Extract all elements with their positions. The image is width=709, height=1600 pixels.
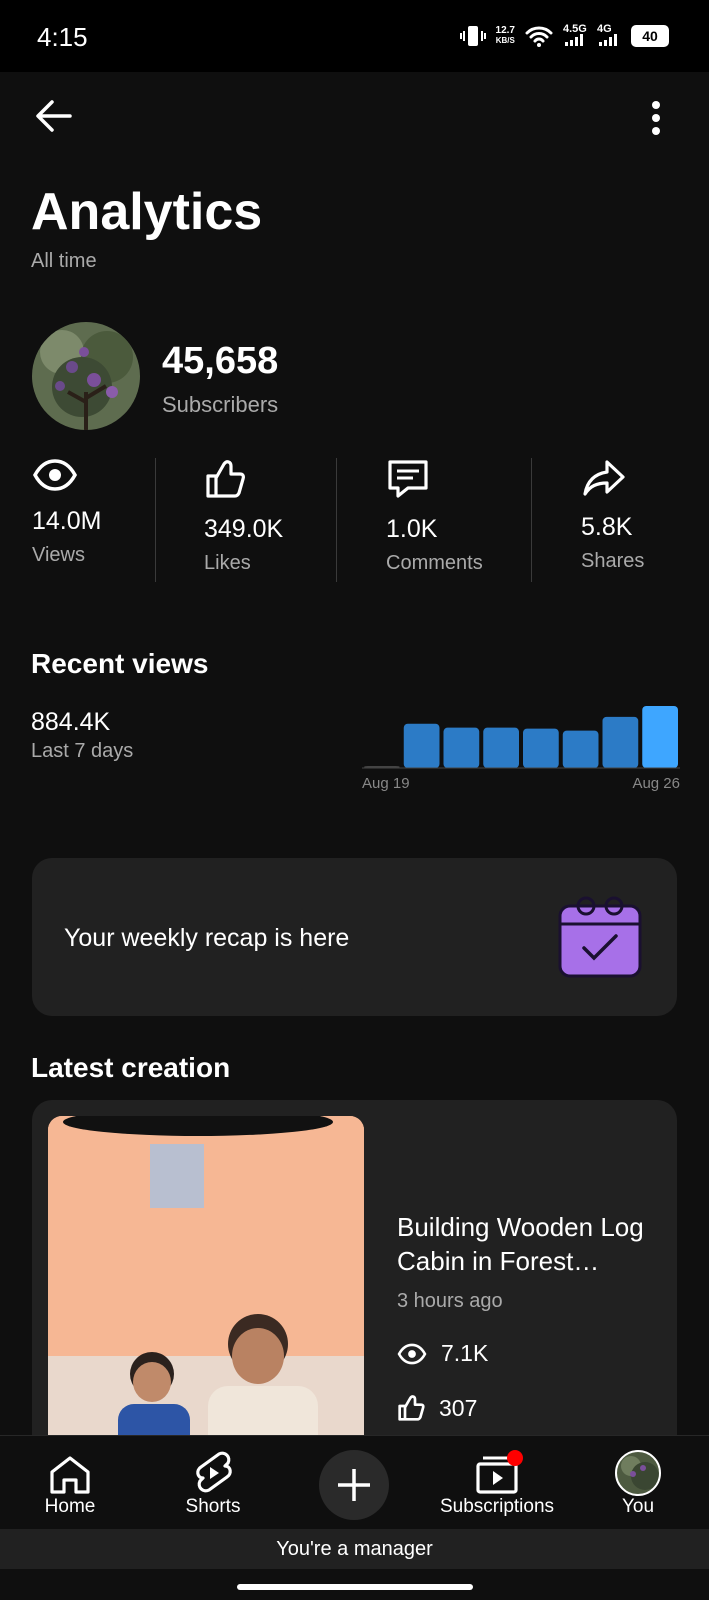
status-bar: 4:15 12.7 KB/S 4.5G 4G 40 [0,0,709,72]
stat-label: Shares [581,550,645,572]
chart-bar-aug-25[interactable] [602,716,639,768]
create-button[interactable] [319,1450,389,1520]
manager-banner: You're a manager [0,1529,709,1569]
signal-2: 4G [597,24,621,48]
latest-creation-card[interactable]: Building Wooden Log Cabin in Forest… 3 h… [32,1100,677,1460]
recent-views-value: 884.4K [31,708,111,736]
eye-icon [397,1343,427,1364]
more-options-icon[interactable] [650,100,662,136]
stat-shares[interactable]: 5.8K Shares [581,458,644,573]
chart-x-label-start: Aug 19 [362,775,410,792]
recent-views-heading: Recent views [31,648,209,679]
page-title: Analytics [31,183,263,241]
divider [336,458,337,582]
stat-label: Views [32,544,85,566]
calendar-check-icon [558,896,642,978]
stat-value: 14.0M [32,507,102,535]
chart-bar-aug-23[interactable] [523,728,559,768]
nav-subscriptions-label: Subscriptions [439,1496,555,1517]
video-title[interactable]: Building Wooden Log Cabin in Forest… [397,1210,662,1278]
video-time: 3 hours ago [397,1290,503,1312]
profile-avatar [615,1450,661,1496]
chart-bar-aug-22[interactable] [483,727,519,768]
stat-value: 1.0K [386,515,438,543]
nav-you[interactable]: You [568,1448,708,1518]
stat-label: Likes [204,552,251,574]
recent-views-chart[interactable]: Aug 19 Aug 26 [362,690,680,794]
channel-avatar[interactable] [32,322,140,430]
status-icons: 12.7 KB/S 4.5G 4G 40 [459,24,669,48]
nav-home-label: Home [44,1496,96,1517]
weekly-recap-text: Your weekly recap is here [64,924,350,952]
nav-shorts-label: Shorts [185,1496,241,1517]
share-icon [583,460,625,496]
latest-creation-heading: Latest creation [31,1052,231,1083]
stat-value: 5.8K [581,513,633,541]
stat-comments[interactable]: 1.0K Comments [386,458,483,575]
back-arrow-icon[interactable] [34,98,74,134]
recent-views-label: Last 7 days [31,740,134,762]
notification-dot [507,1450,523,1466]
chart-bar-aug-21[interactable] [443,727,480,768]
subscriber-label: Subscribers [162,392,279,417]
video-likes: 307 [397,1394,477,1422]
wifi-icon [525,26,553,47]
subscriber-count: 45,658 [162,340,279,382]
nav-subscriptions[interactable]: Subscriptions [427,1448,567,1518]
signal-bars-icon [599,34,617,46]
nav-shorts[interactable]: Shorts [143,1448,283,1518]
home-icon [50,1456,90,1494]
video-thumbnail[interactable] [48,1116,364,1460]
bottom-nav: Home Shorts Subscriptions You [0,1435,709,1530]
chart-bar-aug-26[interactable] [642,706,678,768]
stat-views[interactable]: 14.0M Views [32,458,101,567]
signal-bars-icon [565,34,583,46]
chart-x-label-end: Aug 26 [632,775,680,792]
page-subtitle: All time [31,250,97,272]
home-indicator[interactable] [237,1584,473,1590]
divider [155,458,156,582]
signal-1: 4.5G [563,24,587,48]
thumb-up-icon [398,1395,425,1421]
stat-label: Comments [386,552,483,574]
plus-icon [338,1469,370,1501]
stat-likes[interactable]: 349.0K Likes [204,458,283,575]
eye-icon [33,459,77,491]
status-time: 4:15 [37,22,88,52]
chart-bar-aug-20[interactable] [403,723,440,768]
shorts-icon [196,1451,232,1493]
stat-value: 349.0K [204,515,284,543]
divider [531,458,532,582]
nav-you-label: You [621,1496,655,1517]
thumb-up-icon [206,460,245,498]
battery-icon: 40 [631,25,669,47]
vibrate-icon [459,26,486,46]
nav-home[interactable]: Home [0,1448,140,1518]
net-speed: 12.7 KB/S [495,25,515,46]
weekly-recap-card[interactable]: Your weekly recap is here [32,858,677,1016]
chart-bar-aug-24[interactable] [562,730,599,768]
video-views: 7.1K [397,1340,488,1367]
comment-icon [388,460,428,498]
